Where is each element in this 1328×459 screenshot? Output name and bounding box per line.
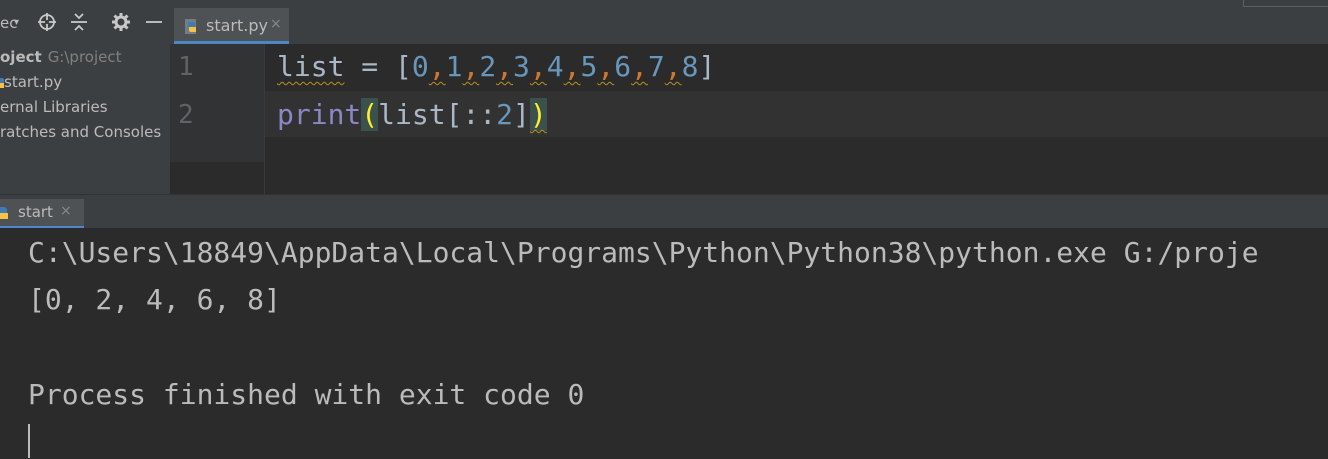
- code-line-2: print(list[::2]): [277, 98, 547, 131]
- tree-item-start-py[interactable]: start.py: [0, 73, 63, 91]
- text-caret: [28, 424, 30, 458]
- project-toolbar: ec ▾: [0, 0, 170, 45]
- code-token: ]: [513, 98, 530, 131]
- code-token: 5: [580, 50, 598, 83]
- python-run-icon: [0, 207, 8, 219]
- tree-root-path: G:\project: [47, 48, 122, 66]
- matched-paren: (: [361, 98, 379, 131]
- project-tree: oject G:\project start.py ernal Libraries…: [0, 44, 170, 194]
- python-file-icon: [0, 78, 4, 88]
- code-editor[interactable]: 1 2 list = [0,1,2,3,4,5,6,7,8] print(lis…: [170, 44, 1328, 194]
- console-line: Process finished with exit code 0: [28, 378, 585, 411]
- tree-root-project[interactable]: oject G:\project: [0, 48, 121, 66]
- tree-item-external-libraries[interactable]: ernal Libraries: [0, 98, 108, 116]
- crosshair-icon[interactable]: [37, 12, 57, 32]
- tree-root-label: oject: [0, 48, 42, 66]
- line-number: 2: [178, 100, 194, 130]
- code-token: ]: [698, 50, 716, 83]
- code-token: 1: [445, 50, 463, 83]
- gear-icon[interactable]: [111, 12, 131, 32]
- line-gutter: 1 2: [170, 44, 265, 162]
- console-line: [0, 2, 4, 6, 8]: [28, 283, 281, 316]
- code-token: list[::: [378, 98, 497, 131]
- tab-start-py[interactable]: start.py ×: [174, 8, 289, 44]
- code-token: list: [277, 50, 345, 83]
- matched-paren: ): [529, 98, 547, 131]
- editor-tab-bar: start.py ×: [170, 0, 1328, 45]
- code-token: 3: [513, 50, 530, 83]
- minimize-icon[interactable]: [144, 12, 164, 32]
- code-token: 2: [479, 50, 497, 83]
- run-tab-label: start: [18, 203, 53, 221]
- code-token: 4: [546, 50, 564, 83]
- code-token: 6: [614, 50, 632, 83]
- code-token: 2: [496, 98, 514, 131]
- code-token: 8: [681, 50, 699, 83]
- gutter-empty: [170, 162, 265, 194]
- collapse-icon[interactable]: [69, 12, 89, 32]
- console-line: C:\Users\18849\AppData\Local\Programs\Py…: [28, 236, 1259, 269]
- code-token: 7: [647, 50, 665, 83]
- run-console[interactable]: C:\Users\18849\AppData\Local\Programs\Py…: [0, 228, 1328, 459]
- tree-item-label: start.py: [4, 73, 63, 91]
- tree-item-scratches[interactable]: ratches and Consoles: [0, 123, 161, 141]
- code-token: = [: [344, 50, 412, 83]
- tree-item-label: ernal Libraries: [0, 98, 108, 116]
- run-tab-start[interactable]: start ×: [0, 199, 84, 229]
- line-number: 1: [178, 52, 194, 82]
- run-tool-window-header: start ×: [0, 194, 1328, 230]
- close-icon[interactable]: ×: [270, 16, 282, 32]
- tree-item-label: ratches and Consoles: [0, 123, 162, 141]
- python-file-icon: [185, 19, 196, 34]
- tab-label: start.py: [206, 16, 268, 35]
- code-token: print: [277, 98, 362, 131]
- close-icon[interactable]: ×: [60, 203, 72, 219]
- code-token: 0: [411, 50, 429, 83]
- code-line-1: list = [0,1,2,3,4,5,6,7,8]: [277, 50, 716, 83]
- window-corner: [1243, 0, 1328, 7]
- dropdown-arrow-icon[interactable]: ▾: [14, 17, 19, 28]
